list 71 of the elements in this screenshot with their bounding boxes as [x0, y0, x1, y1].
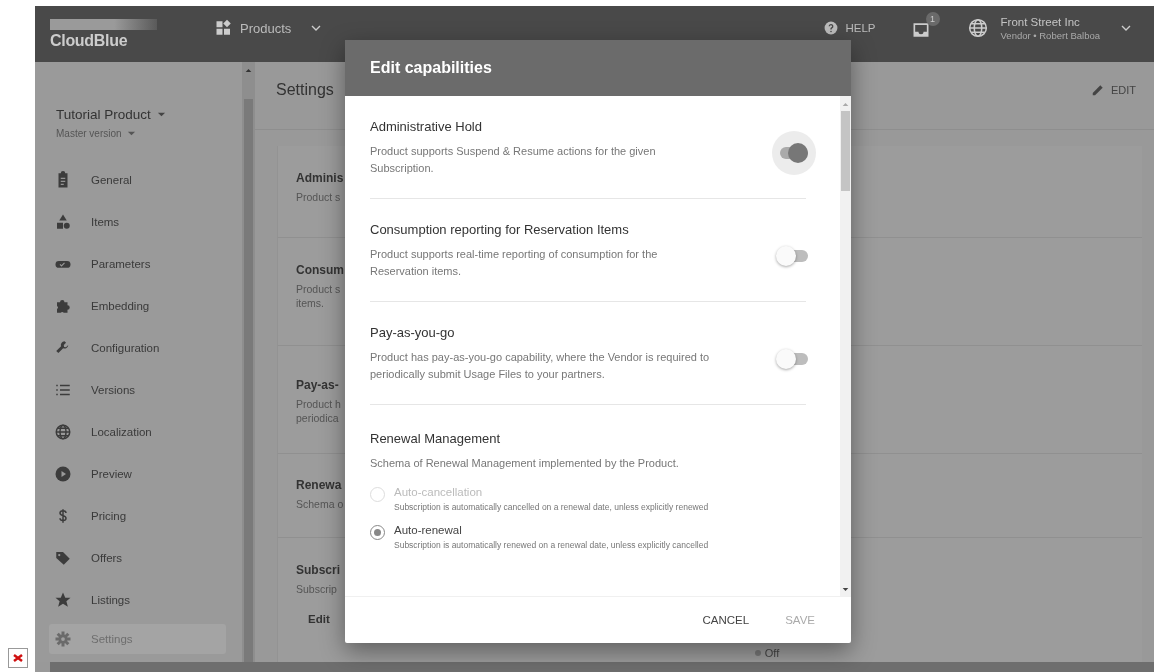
- card-title: Adminis: [296, 171, 344, 185]
- capability-description: Product supports Suspend & Resume actions for the given Subscription.: [370, 144, 657, 176]
- card-title: Subscri: [296, 563, 340, 577]
- card-title: Pay-as-: [296, 378, 339, 392]
- logo: CloudBlue: [50, 31, 129, 50]
- card-title: Renewa: [296, 478, 342, 492]
- apps-icon: [215, 19, 233, 37]
- card-text: Product s: [296, 283, 341, 295]
- toggle-switch[interactable]: [772, 131, 816, 175]
- sidebar-item[interactable]: Listings: [49, 579, 226, 621]
- sidebar-item[interactable]: General: [49, 159, 226, 201]
- dropdown-arrow-icon: [126, 129, 136, 138]
- sidebar-item[interactable]: Offers: [49, 537, 226, 579]
- account-name: Front Street Inc: [1000, 15, 1081, 28]
- scrollbar[interactable]: [242, 62, 255, 662]
- sidebar-item[interactable]: Versions: [49, 369, 226, 411]
- sidebar-item[interactable]: Localization: [49, 411, 226, 453]
- sidebar-item[interactable]: Parameters: [49, 243, 226, 285]
- card-text: Product s: [296, 191, 341, 203]
- app-switcher[interactable]: Products: [215, 19, 325, 37]
- sidebar-item[interactable]: Configuration: [49, 327, 226, 369]
- help-button[interactable]: HELP: [823, 21, 876, 35]
- puzzle-icon: [54, 297, 72, 315]
- sidebar-item[interactable]: Preview: [49, 453, 226, 495]
- option-description: Subscription is automatically renewed on a renewal date, unless explicitly cancelled: [394, 540, 709, 550]
- edit-button[interactable]: EDIT: [1090, 82, 1136, 97]
- scroll-up-icon[interactable]: [245, 68, 252, 73]
- capability-title: Renewal Management: [370, 431, 501, 446]
- page-title: Settings: [276, 80, 334, 99]
- capability-description: Schema of Renewal Management implemented by the Product.: [370, 456, 680, 471]
- sidebar-item[interactable]: Items: [49, 201, 226, 243]
- scrollbar[interactable]: [50, 662, 1154, 672]
- play-icon: [54, 465, 72, 483]
- option-label: Auto-cancellation: [394, 486, 483, 498]
- setting-value: Off: [754, 647, 780, 659]
- option-label: Auto-renewal: [394, 524, 462, 536]
- capability-title: Consumption reporting for Reservation Items: [370, 222, 629, 237]
- dropdown-arrow-icon: [156, 110, 166, 119]
- tag-icon: [54, 549, 72, 567]
- sidebar-item[interactable]: Pricing: [49, 495, 226, 537]
- globe-icon: [967, 18, 988, 38]
- card-text: periodica: [296, 412, 339, 424]
- scroll-down-icon[interactable]: [842, 587, 849, 592]
- version-dropdown[interactable]: Master version: [56, 128, 136, 139]
- capability-description: Product supports real-time reporting of consumption for the Reservation items.: [370, 247, 659, 279]
- scrollbar[interactable]: [840, 96, 851, 596]
- card-text: items.: [296, 297, 324, 309]
- globe-icon: [54, 423, 72, 441]
- card-text: Product h: [296, 398, 341, 410]
- star-icon: [54, 591, 72, 609]
- gear-icon: [54, 630, 72, 648]
- help-icon: [823, 21, 838, 35]
- scrollbar-thumb[interactable]: [841, 111, 850, 191]
- account-role: Vendor • Robert Balboa: [1000, 29, 1100, 41]
- sidebar-item[interactable]: Embedding: [49, 285, 226, 327]
- broken-image-icon: [7, 648, 28, 668]
- dialog-title: Edit capabilities: [370, 59, 492, 77]
- pencil-icon: [1090, 82, 1105, 97]
- setting-label: Edit: [308, 613, 330, 625]
- product-dropdown[interactable]: Tutorial Product: [56, 107, 166, 122]
- capability-title: Administrative Hold: [370, 119, 482, 134]
- card-text: Subscrip: [296, 583, 337, 595]
- card-text: Schema o: [296, 498, 344, 510]
- shapes-icon: [54, 213, 72, 231]
- notification-badge: 1: [925, 12, 940, 26]
- capability-title: Pay-as-you-go: [370, 325, 455, 340]
- card-title: Consum: [296, 263, 344, 277]
- scroll-up-icon[interactable]: [842, 102, 849, 107]
- cancel-button[interactable]: CANCEL: [702, 614, 750, 626]
- capability-description: Product has pay-as-you-go capability, where the Vendor is required to periodically submit Usage Files to your partners.: [370, 350, 711, 382]
- option-description: Subscription is automatically cancelled on a renewal date, unless explicitly renewed: [394, 502, 709, 512]
